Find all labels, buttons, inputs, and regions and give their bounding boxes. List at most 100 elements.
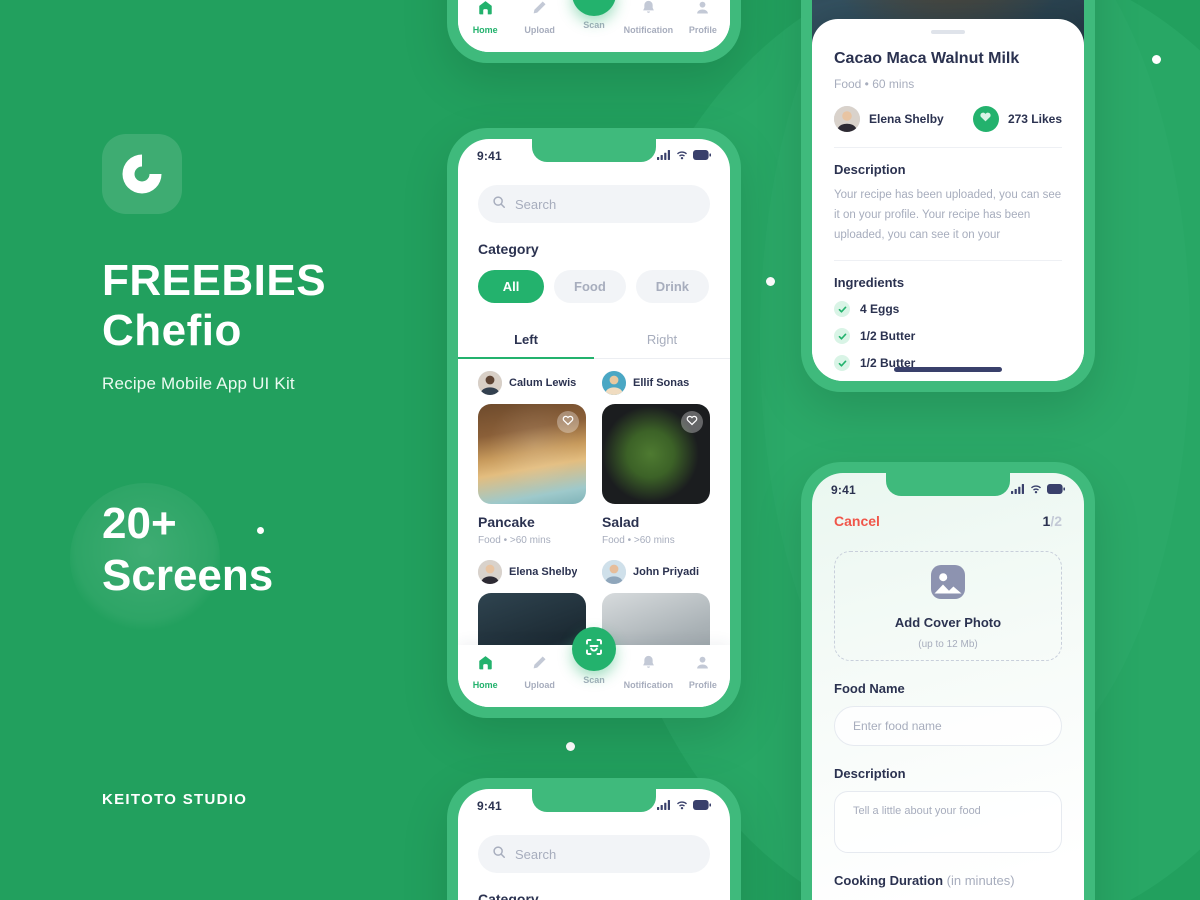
promo-title-line1: FREEBIES	[102, 256, 327, 305]
description-textarea[interactable]: Tell a little about your food	[834, 791, 1062, 853]
signal-icon	[657, 147, 671, 165]
battery-icon	[693, 797, 711, 815]
tab-profile[interactable]: Profile	[676, 654, 730, 690]
step-indicator: 1/2	[1043, 513, 1062, 529]
recipe-author-name: Elena Shelby	[509, 566, 578, 578]
ingredient-item[interactable]: 1/2 Butter	[834, 328, 1062, 345]
food-name-input[interactable]: Enter food name	[834, 706, 1062, 746]
recipe-thumbnail	[602, 404, 710, 504]
recipe-detail-author-row: Elena Shelby 273 Likes	[834, 106, 1062, 132]
recipe-card[interactable]: Elena Shelby	[478, 560, 586, 645]
status-time: 9:41	[831, 483, 856, 497]
home-icon	[477, 654, 494, 676]
recipe-name: Pancake	[478, 514, 535, 530]
status-icons	[657, 797, 711, 815]
pencil-icon	[531, 654, 548, 676]
cooking-duration-text: Cooking Duration	[834, 873, 947, 888]
search-input[interactable]: Search	[478, 185, 710, 223]
person-icon	[694, 0, 711, 21]
tab-upload[interactable]: Upload	[512, 0, 566, 35]
avatar	[478, 371, 502, 395]
cooking-duration-label: Cooking Duration (in minutes)	[834, 873, 1062, 888]
tab-right[interactable]: Right	[594, 322, 730, 358]
step-total: /2	[1050, 513, 1062, 529]
status-icons	[1011, 481, 1065, 499]
search-placeholder: Search	[515, 196, 557, 212]
decorative-dot	[566, 742, 575, 751]
decorative-dot	[766, 277, 775, 286]
bell-icon	[640, 0, 657, 21]
recipe-card[interactable]: Calum Lewis Pancake Food • >60 mins	[478, 371, 586, 546]
avatar	[834, 106, 860, 132]
tab-profile[interactable]: Profile	[676, 0, 730, 35]
divider	[834, 260, 1062, 262]
recipe-thumbnail	[478, 404, 586, 504]
tab-notification[interactable]: Notification	[621, 0, 675, 35]
description-body: Your recipe has been uploaded, you can s…	[834, 189, 1062, 241]
chip-all[interactable]: All	[478, 270, 544, 303]
search-placeholder: Search	[515, 846, 557, 862]
form-header: Cancel 1/2	[812, 507, 1084, 529]
search-icon	[492, 195, 506, 214]
chip-food[interactable]: Food	[554, 270, 626, 303]
signal-icon	[1011, 481, 1025, 499]
tab-upload-label: Upload	[524, 25, 555, 35]
phone-mockup-home: 9:41 Search Category All Food Drink Left…	[447, 128, 741, 718]
like-button[interactable]	[972, 106, 999, 132]
promo-text-block: FREEBIES Chefio Recipe Mobile App UI Kit	[102, 134, 462, 394]
recipe-card[interactable]: Ellif Sonas Salad Food • >60 mins	[602, 371, 710, 546]
check-icon	[834, 355, 850, 372]
tab-left[interactable]: Left	[458, 322, 594, 359]
tab-home[interactable]: Home	[458, 654, 512, 690]
battery-icon	[1047, 481, 1065, 499]
recipe-thumbnail	[602, 593, 710, 645]
chip-drink[interactable]: Drink	[635, 270, 709, 303]
status-bar: 9:41	[458, 139, 730, 173]
divider	[834, 147, 1062, 148]
search-input[interactable]: Search	[478, 835, 710, 873]
pencil-icon	[531, 0, 548, 21]
description-placeholder: Tell a little about your food	[853, 805, 981, 817]
cover-photo-dropzone[interactable]: Add Cover Photo (up to 12 Mb)	[834, 551, 1062, 661]
wifi-icon	[676, 797, 688, 815]
description-label: Description	[834, 766, 906, 781]
recipe-author-name: John Priyadi	[633, 566, 700, 578]
heart-icon	[686, 413, 698, 431]
tab-upload[interactable]: Upload	[512, 654, 566, 690]
status-time: 9:41	[477, 799, 502, 813]
avatar	[602, 560, 626, 584]
tab-home-label: Home	[472, 25, 498, 35]
tab-upload-label: Upload	[524, 680, 555, 690]
page-title: FREEBIES Chefio	[102, 256, 462, 356]
stat-label: Screens	[102, 550, 274, 600]
sheet-grabber[interactable]	[931, 30, 965, 34]
bottom-tab-bar: Home Upload Scan Notification Profile	[458, 627, 730, 707]
recipe-author-name: Ellif Sonas	[633, 377, 690, 389]
check-icon	[834, 328, 850, 345]
status-icons	[657, 147, 711, 165]
tab-home[interactable]: Home	[458, 0, 512, 35]
food-name-placeholder: Enter food name	[853, 719, 942, 733]
recipe-meta: Food • >60 mins	[478, 535, 551, 546]
feed-tab-group: Left Right	[458, 322, 730, 359]
favorite-button[interactable]	[681, 411, 703, 433]
favorite-button[interactable]	[557, 411, 579, 433]
search-icon	[492, 845, 506, 864]
app-logo-tile	[102, 134, 182, 214]
status-time: 9:41	[477, 149, 502, 163]
likes-count: 273 Likes	[1007, 112, 1062, 126]
likes-group[interactable]: 273 Likes	[972, 106, 1062, 132]
decorative-dot	[1152, 55, 1161, 64]
recipe-author: Calum Lewis	[478, 371, 586, 395]
screen-home: 9:41 Search Category All Food Drink Left…	[458, 139, 730, 707]
check-icon	[834, 301, 850, 318]
ingredient-item[interactable]: 4 Eggs	[834, 301, 1062, 318]
recipe-detail-author[interactable]: Elena Shelby	[834, 106, 944, 132]
cancel-button[interactable]: Cancel	[834, 513, 880, 529]
recipe-author: John Priyadi	[602, 560, 710, 584]
recipe-name: Salad	[602, 514, 640, 530]
recipe-card[interactable]: John Priyadi	[602, 560, 710, 645]
tab-notification[interactable]: Notification	[621, 654, 675, 690]
scan-fab-button[interactable]	[572, 627, 616, 671]
screen-top-partial: Home Upload Scan Notification Profile	[458, 0, 730, 52]
